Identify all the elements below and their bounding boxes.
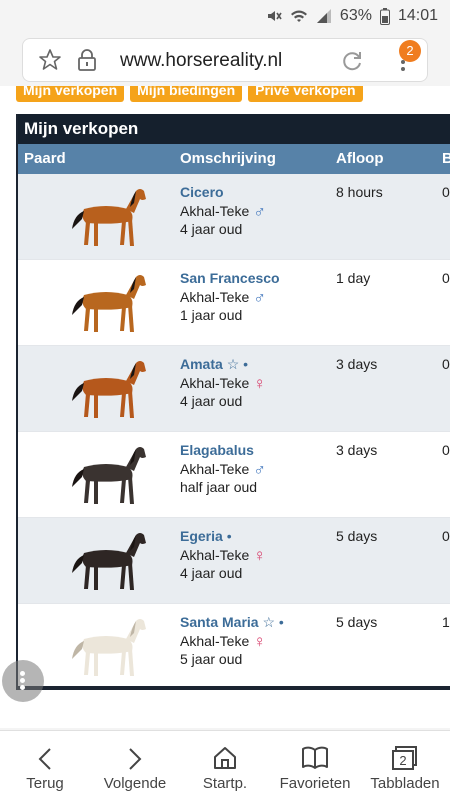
status-icons: 63% 14:01 (266, 7, 438, 25)
tab-mijn-verkopen[interactable]: Mijn verkopen (16, 86, 125, 102)
horse-age: 1 jaar oud (180, 307, 243, 323)
clock: 14:01 (397, 7, 438, 24)
table-row: Santa Maria ☆ • Akhal-Teke ♀ 5 jaar oud 5… (18, 604, 450, 690)
horse-breed: Akhal-Teke ♂ (180, 460, 267, 479)
back-label: Terug (26, 775, 64, 792)
browser-bottom-bar: Terug Volgende Startp. Favorieten 2 Tabb… (0, 730, 450, 801)
horse-age: half jaar oud (180, 479, 258, 495)
male-icon: ♂ (253, 288, 267, 307)
horse-breed: Akhal-Teke ♂ (180, 288, 267, 307)
reload-icon[interactable] (340, 49, 364, 73)
tabs-button[interactable]: 2 Tabbladen (360, 731, 450, 801)
horse-image[interactable] (56, 609, 156, 684)
home-label: Startp. (202, 775, 248, 792)
tabs-icon: 2 (392, 746, 417, 770)
mute-icon (267, 11, 282, 21)
horse-image[interactable] (56, 437, 156, 512)
expiry-time: 1 day (336, 270, 371, 286)
column-header-horse: Paard (24, 150, 66, 167)
back-button[interactable]: Terug (0, 731, 90, 801)
expiry-time: 3 days (336, 356, 378, 372)
horse-breed: Akhal-Teke ♀ (180, 374, 267, 393)
wifi-icon (290, 10, 307, 22)
horse-age: 4 jaar oud (180, 221, 243, 237)
signal-icon (316, 9, 331, 23)
home-icon (214, 747, 236, 769)
dot (20, 685, 25, 690)
horse-image[interactable] (56, 265, 156, 340)
expiry-time: 5 days (336, 614, 378, 630)
forward-label: Volgende (103, 775, 167, 792)
horse-name-link[interactable]: Elagabalus (180, 442, 254, 458)
table-row: Cicero Akhal-Teke ♂ 4 jaar oud 8 hours 0 (18, 174, 450, 260)
panel-title: Mijn verkopen (18, 114, 450, 144)
horse-breed: Akhal-Teke ♂ (180, 202, 267, 221)
female-icon: ♀ (253, 632, 267, 651)
sales-panel: Mijn verkopen Paard Omschrijving Afloop … (16, 114, 450, 690)
horse-name-link[interactable]: Santa Maria ☆ • (180, 614, 284, 631)
table-row: Amata ☆ • Akhal-Teke ♀ 4 jaar oud 3 days … (18, 346, 450, 432)
tab-prive-verkopen[interactable]: Privé verkopen (248, 86, 363, 102)
horse-image[interactable] (56, 523, 156, 598)
status-bar: 63% 14:01 (0, 0, 450, 34)
column-header-description: Omschrijving (180, 150, 276, 167)
sales-table: Cicero Akhal-Teke ♂ 4 jaar oud 8 hours 0 … (18, 174, 450, 690)
tab-mijn-biedingen[interactable]: Mijn biedingen (130, 86, 243, 102)
horse-breed: Akhal-Teke ♀ (180, 632, 267, 651)
horse-name-link[interactable]: Egeria • (180, 528, 232, 544)
page-viewport: Mijn verkopen Mijn biedingen Privé verko… (0, 86, 450, 728)
quick-scroll-button[interactable] (2, 660, 44, 702)
dot (20, 678, 25, 683)
bookmarks-icon (302, 746, 328, 769)
column-header-expiry: Afloop (336, 150, 384, 167)
horse-breed: Akhal-Teke ♀ (180, 546, 267, 565)
expiry-time: 3 days (336, 442, 378, 458)
svg-text:2: 2 (399, 753, 406, 768)
horse-image[interactable] (56, 351, 156, 426)
horse-name-link[interactable]: Cicero (180, 184, 224, 200)
partial-value: 0 (442, 270, 450, 286)
horse-age: 4 jaar oud (180, 393, 243, 409)
expiry-time: 5 days (336, 528, 378, 544)
notification-badge: 2 (399, 40, 421, 62)
back-icon (38, 748, 51, 770)
bookmarks-button[interactable]: Favorieten (270, 731, 360, 801)
column-header-partial: B (442, 150, 450, 167)
url-bar[interactable]: www.horsereality.nl 2 (22, 38, 428, 82)
horse-name-link[interactable]: San Francesco (180, 270, 280, 286)
partial-value: 0 (442, 184, 450, 200)
partial-value: 1 (442, 614, 450, 630)
horse-age: 4 jaar oud (180, 565, 243, 581)
home-button[interactable]: Startp. (180, 731, 270, 801)
bookmarks-label: Favorieten (279, 775, 351, 792)
tabs-label: Tabbladen (370, 775, 440, 792)
expiry-time: 8 hours (336, 184, 383, 200)
url-text[interactable]: www.horsereality.nl (120, 50, 282, 72)
dot (20, 671, 25, 676)
lock-icon (78, 49, 96, 71)
partial-value: 0 (442, 356, 450, 372)
horse-age: 5 jaar oud (180, 651, 243, 667)
table-row: Elagabalus Akhal-Teke ♂ half jaar oud 3 d… (18, 432, 450, 518)
male-icon: ♂ (253, 460, 267, 479)
sales-tabs: Mijn verkopen Mijn biedingen Privé verko… (16, 86, 363, 102)
horse-image[interactable] (56, 179, 156, 254)
battery-percent: 63% (339, 7, 372, 24)
table-header: Paard Omschrijving Afloop B (18, 144, 450, 174)
table-bottom-border (16, 686, 450, 690)
table-row: Egeria • Akhal-Teke ♀ 4 jaar oud 5 days 0 (18, 518, 450, 604)
female-icon: ♀ (253, 374, 267, 393)
battery-icon (379, 7, 390, 25)
table-row: San Francesco Akhal-Teke ♂ 1 jaar oud 1 d… (18, 260, 450, 346)
female-icon: ♀ (253, 546, 267, 565)
partial-value: 0 (442, 528, 450, 544)
star-icon[interactable] (38, 48, 62, 72)
partial-value: 0 (442, 442, 450, 458)
male-icon: ♂ (253, 202, 267, 221)
forward-icon (129, 748, 142, 770)
horse-name-link[interactable]: Amata ☆ • (180, 356, 248, 373)
forward-button[interactable]: Volgende (90, 731, 180, 801)
